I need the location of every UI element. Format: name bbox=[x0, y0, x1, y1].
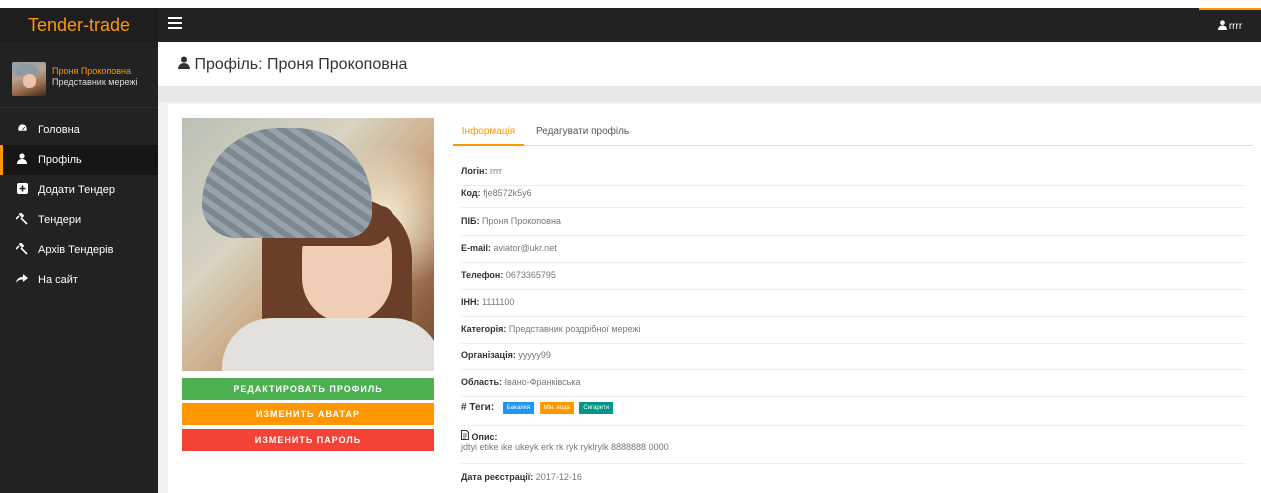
info-row-login: Логін: rrrr bbox=[461, 166, 1245, 186]
tags-label: # Теги: bbox=[461, 402, 495, 414]
pib-label: ПІБ: bbox=[461, 216, 480, 226]
code-label: Код: bbox=[461, 188, 481, 198]
info-row-phone: Телефон: 0673365795 bbox=[461, 270, 1245, 290]
code-value: fje8572k5y6 bbox=[483, 188, 532, 198]
sidebar-item-home[interactable]: Головна bbox=[0, 115, 158, 145]
info-row-code: Код: fje8572k5y6 bbox=[461, 188, 1245, 208]
file-text-icon bbox=[461, 430, 469, 442]
edit-profile-button[interactable]: РЕДАКТИРОВАТЬ ПРОФИЛЬ bbox=[182, 378, 434, 400]
organization-value: yyyyy99 bbox=[518, 350, 551, 360]
organization-label: Організація: bbox=[461, 350, 516, 360]
info-row-pib: ПІБ: Проня Прокоповна bbox=[461, 216, 1245, 236]
profile-photo bbox=[182, 118, 434, 371]
info-row-inn: ІНН: 1111100 bbox=[461, 297, 1245, 317]
page-title: Профіль: Проня Прокоповна bbox=[178, 56, 407, 74]
app-window: Tender-trade Проня Прокоповна Представни… bbox=[0, 0, 1261, 493]
tag-badge[interactable]: Мін. вода bbox=[539, 402, 574, 414]
email-label: E-mail: bbox=[461, 243, 492, 253]
sidebar-item-archive[interactable]: Архів Тендерів bbox=[0, 235, 158, 265]
sidebar-item-site[interactable]: На сайт bbox=[0, 265, 158, 295]
sidebar-item-label: Додати Тендер bbox=[38, 184, 115, 196]
inn-label: ІНН: bbox=[461, 297, 480, 307]
info-row-registration: Дата реєстрації: 2017-12-16 bbox=[461, 472, 1245, 490]
login-value: rrrr bbox=[490, 166, 503, 176]
change-password-button[interactable]: ИЗМЕНИТЬ ПАРОЛЬ bbox=[182, 429, 434, 451]
sidebar-item-label: Тендери bbox=[38, 214, 82, 226]
email-value: aviator@ukr.net bbox=[493, 243, 557, 253]
sidebar-user-name: Проня Прокоповна bbox=[52, 66, 131, 76]
tab-edit-profile[interactable]: Редагувати профіль bbox=[536, 120, 629, 146]
sidebar: Tender-trade Проня Прокоповна Представни… bbox=[0, 8, 158, 493]
profile-tabs: Інформація Редагувати профіль bbox=[453, 120, 1253, 146]
dashboard-icon bbox=[15, 123, 29, 137]
gavel-icon bbox=[15, 211, 29, 228]
top-navbar: rrrr bbox=[158, 8, 1261, 42]
description-value: jdtyi etike ike ukeyk erk rk ryk ryklryl… bbox=[461, 442, 669, 452]
user-icon bbox=[178, 56, 190, 73]
sidebar-item-tenders[interactable]: Тендери bbox=[0, 205, 158, 235]
sidebar-item-profile[interactable]: Профіль bbox=[0, 145, 158, 175]
registration-label: Дата реєстрації: bbox=[461, 472, 534, 482]
gavel-icon bbox=[15, 241, 29, 258]
avatar[interactable] bbox=[12, 62, 46, 96]
login-label: Логін: bbox=[461, 166, 488, 176]
registration-value: 2017-12-16 bbox=[535, 472, 582, 482]
change-avatar-button[interactable]: ИЗМЕНИТЬ АВАТАР bbox=[182, 403, 434, 425]
tag-badge[interactable]: Сигарети bbox=[579, 402, 613, 414]
sidebar-item-label: Головна bbox=[38, 124, 80, 136]
user-menu-label: rrrr bbox=[1228, 20, 1243, 32]
plus-square-icon bbox=[15, 183, 29, 197]
sidebar-user-role: Представник мережі bbox=[52, 77, 138, 87]
page-header: Профіль: Проня Прокоповна bbox=[158, 42, 1261, 86]
share-icon bbox=[15, 273, 29, 287]
sidebar-item-label: Профіль bbox=[38, 154, 82, 166]
page-title-text: Профіль: Проня Прокоповна bbox=[194, 56, 408, 73]
info-row-description: Опис: jdtyi etike ike ukeyk erk rk ryk r… bbox=[461, 430, 1245, 464]
tab-info[interactable]: Інформація bbox=[453, 120, 524, 146]
header-divider bbox=[158, 86, 1261, 102]
category-label: Категорія: bbox=[461, 324, 507, 334]
user-menu[interactable]: rrrr bbox=[1199, 8, 1261, 42]
category-value: Представник роздрібної мережі bbox=[508, 324, 641, 334]
info-row-category: Категорія: Представник роздрібної мережі bbox=[461, 324, 1245, 344]
phone-label: Телефон: bbox=[461, 270, 504, 280]
description-label: Опис: bbox=[471, 432, 498, 442]
region-label: Область: bbox=[461, 377, 503, 387]
sidebar-item-label: На сайт bbox=[38, 274, 78, 286]
pib-value: Проня Прокоповна bbox=[481, 216, 561, 226]
sidebar-user: Проня Прокоповна Представник мережі bbox=[0, 42, 158, 108]
top-strip bbox=[0, 0, 1261, 8]
sidebar-item-add-tender[interactable]: Додати Тендер bbox=[0, 175, 158, 205]
menu-toggle-icon[interactable] bbox=[168, 17, 182, 33]
user-icon bbox=[15, 153, 29, 167]
region-value: Івано-Франківська bbox=[504, 377, 581, 387]
sidebar-item-label: Архів Тендерів bbox=[38, 244, 114, 256]
info-row-tags: # Теги: Бакалея Мін. вода Сигарети bbox=[461, 402, 1245, 426]
sidebar-nav: Головна Профіль Додати Тендер Тендери Ар… bbox=[0, 115, 158, 295]
user-icon bbox=[1217, 19, 1227, 33]
tag-badge[interactable]: Бакалея bbox=[502, 402, 535, 414]
phone-value: 0673365795 bbox=[505, 270, 556, 280]
info-row-region: Область: Івано-Франківська bbox=[461, 377, 1245, 397]
inn-value: 1111100 bbox=[482, 297, 515, 307]
info-row-email: E-mail: aviator@ukr.net bbox=[461, 243, 1245, 263]
brand-logo[interactable]: Tender-trade bbox=[0, 8, 158, 42]
info-row-organization: Організація: yyyyy99 bbox=[461, 350, 1245, 370]
